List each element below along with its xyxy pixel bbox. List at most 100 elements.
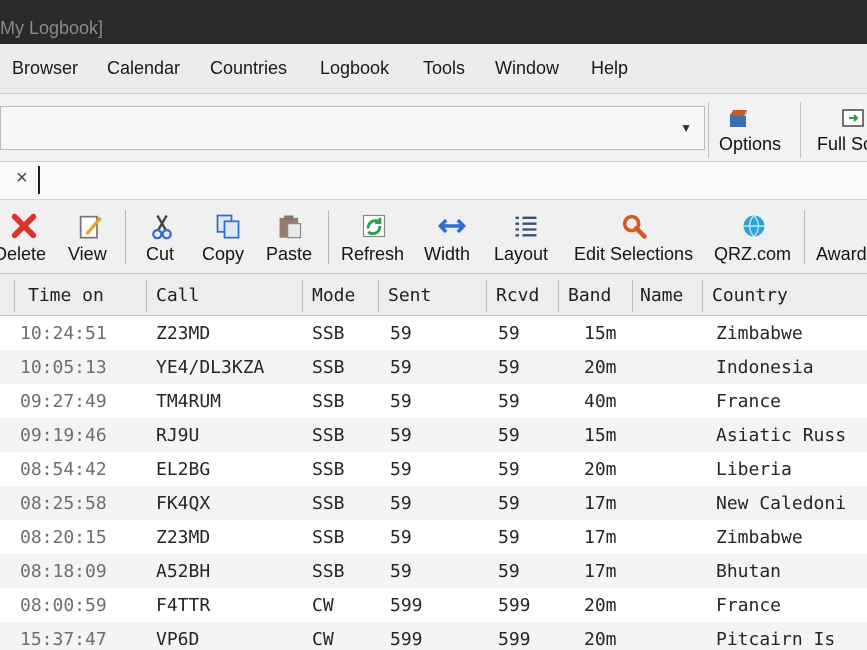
width-label: Width: [424, 244, 471, 264]
column-header-time-on[interactable]: Time on: [28, 285, 104, 306]
cell-call: Z23MD: [156, 527, 211, 548]
menu-bar: Browser Calendar Countries Logbook Tools…: [0, 44, 867, 94]
cell-sent: 59: [390, 527, 412, 548]
address-combo[interactable]: ▼: [0, 106, 705, 150]
table-row[interactable]: 08:18:09 A52BH SSB 59 59 17m Bhutan: [0, 554, 867, 588]
column-header-band[interactable]: Band: [568, 285, 611, 306]
toolbar-separator: [328, 210, 329, 264]
qrz-button[interactable]: QRZ.com: [710, 204, 798, 270]
view-label: View: [68, 244, 107, 264]
edit-selections-button[interactable]: Edit Selections: [568, 204, 708, 270]
column-header-name[interactable]: Name: [640, 285, 683, 306]
menu-tools[interactable]: Tools: [423, 58, 465, 79]
options-label: Options: [719, 134, 782, 154]
table-row[interactable]: 08:00:59 F4TTR CW 599 599 20m France: [0, 588, 867, 622]
column-header-sent[interactable]: Sent: [388, 285, 431, 306]
layout-button[interactable]: Layout: [490, 204, 560, 270]
toolbar: Delete View Cut Copy Paste Refresh Width…: [0, 200, 867, 274]
cell-band: 17m: [584, 493, 617, 514]
clear-filter-icon[interactable]: ×: [16, 167, 28, 190]
globe-icon: [743, 215, 765, 237]
column-divider[interactable]: [702, 280, 703, 312]
delete-icon: [11, 213, 37, 239]
menu-window[interactable]: Window: [495, 58, 559, 79]
table-row[interactable]: 10:05:13 YE4/DL3KZA SSB 59 59 20m Indonesia: [0, 350, 867, 384]
table-row[interactable]: 08:25:58 FK4QX SSB 59 59 17m New Caledoni: [0, 486, 867, 520]
cell-mode: SSB: [312, 357, 345, 378]
cell-band: 20m: [584, 459, 617, 480]
cell-mode: SSB: [312, 527, 345, 548]
cell-time-on: 08:18:09: [20, 561, 107, 582]
cell-call: Z23MD: [156, 323, 211, 344]
cell-sent: 599: [390, 629, 423, 650]
cell-sent: 59: [390, 425, 412, 446]
column-header-rcvd[interactable]: Rcvd: [496, 285, 539, 306]
cell-sent: 599: [390, 595, 423, 616]
cell-sent: 59: [390, 357, 412, 378]
options-button[interactable]: Options: [708, 102, 796, 158]
options-icon: [730, 110, 747, 127]
cut-label: Cut: [146, 244, 175, 264]
paste-label: Paste: [266, 244, 313, 264]
table-row[interactable]: 15:37:47 VP6D CW 599 599 20m Pitcairn Is: [0, 622, 867, 650]
paste-button[interactable]: Paste: [262, 204, 322, 270]
table-row[interactable]: 09:19:46 RJ9U SSB 59 59 15m Asiatic Russ: [0, 418, 867, 452]
cell-band: 20m: [584, 629, 617, 650]
cell-time-on: 09:27:49: [20, 391, 107, 412]
menu-calendar[interactable]: Calendar: [107, 58, 180, 79]
cell-time-on: 08:54:42: [20, 459, 107, 480]
refresh-button[interactable]: Refresh: [338, 204, 410, 270]
menu-logbook[interactable]: Logbook: [320, 58, 389, 79]
table-row[interactable]: 08:54:42 EL2BG SSB 59 59 20m Liberia: [0, 452, 867, 486]
column-header-mode[interactable]: Mode: [312, 285, 355, 306]
cut-button[interactable]: Cut: [138, 204, 190, 270]
cell-country: Bhutan: [716, 561, 782, 582]
table-row[interactable]: 08:20:15 Z23MD SSB 59 59 17m Zimbabwe: [0, 520, 867, 554]
column-divider[interactable]: [302, 280, 303, 312]
column-divider[interactable]: [632, 280, 633, 312]
cell-country: France: [716, 391, 782, 412]
cell-time-on: 08:00:59: [20, 595, 107, 616]
cell-time-on: 10:05:13: [20, 357, 107, 378]
dropdown-caret-icon[interactable]: ▼: [680, 121, 692, 135]
cell-band: 17m: [584, 561, 617, 582]
width-button[interactable]: Width: [418, 204, 482, 270]
column-divider[interactable]: [378, 280, 379, 312]
column-header-country[interactable]: Country: [712, 285, 788, 306]
cell-rcvd: 59: [498, 323, 520, 344]
view-button[interactable]: View: [62, 204, 122, 270]
toolbar-separator: [804, 210, 805, 264]
cell-country: France: [716, 595, 782, 616]
cell-country: Asiatic Russ: [716, 425, 847, 446]
address-bar: ▼ Options Full Sc: [0, 94, 867, 162]
cell-band: 40m: [584, 391, 617, 412]
search-icon: [622, 214, 647, 239]
column-divider[interactable]: [14, 280, 15, 312]
award-button[interactable]: Award: [808, 204, 867, 270]
table-row[interactable]: 10:24:51 Z23MD SSB 59 59 15m Zimbabwe: [0, 316, 867, 350]
cell-rcvd: 59: [498, 459, 520, 480]
column-divider[interactable]: [486, 280, 487, 312]
copy-button[interactable]: Copy: [198, 204, 258, 270]
cell-rcvd: 599: [498, 629, 531, 650]
menu-countries[interactable]: Countries: [210, 58, 287, 79]
delete-button[interactable]: Delete: [0, 204, 60, 270]
full-screen-label: Full Sc: [817, 134, 867, 154]
cell-sent: 59: [390, 323, 412, 344]
table-row[interactable]: 09:27:49 TM4RUM SSB 59 59 40m France: [0, 384, 867, 418]
copy-label: Copy: [202, 244, 245, 264]
full-screen-button[interactable]: Full Sc: [800, 102, 867, 158]
filter-input[interactable]: [38, 166, 40, 194]
log-grid: Time on Call Mode Sent Rcvd Band Name Co…: [0, 274, 867, 650]
cell-band: 20m: [584, 595, 617, 616]
cell-band: 17m: [584, 527, 617, 548]
column-header-call[interactable]: Call: [156, 285, 199, 306]
menu-help[interactable]: Help: [591, 58, 628, 79]
column-divider[interactable]: [558, 280, 559, 312]
toolbar-separator: [125, 210, 126, 264]
column-divider[interactable]: [146, 280, 147, 312]
cell-call: TM4RUM: [156, 391, 222, 412]
menu-browser[interactable]: Browser: [12, 58, 78, 79]
layout-label: Layout: [494, 244, 549, 264]
cell-country: Liberia: [716, 459, 792, 480]
